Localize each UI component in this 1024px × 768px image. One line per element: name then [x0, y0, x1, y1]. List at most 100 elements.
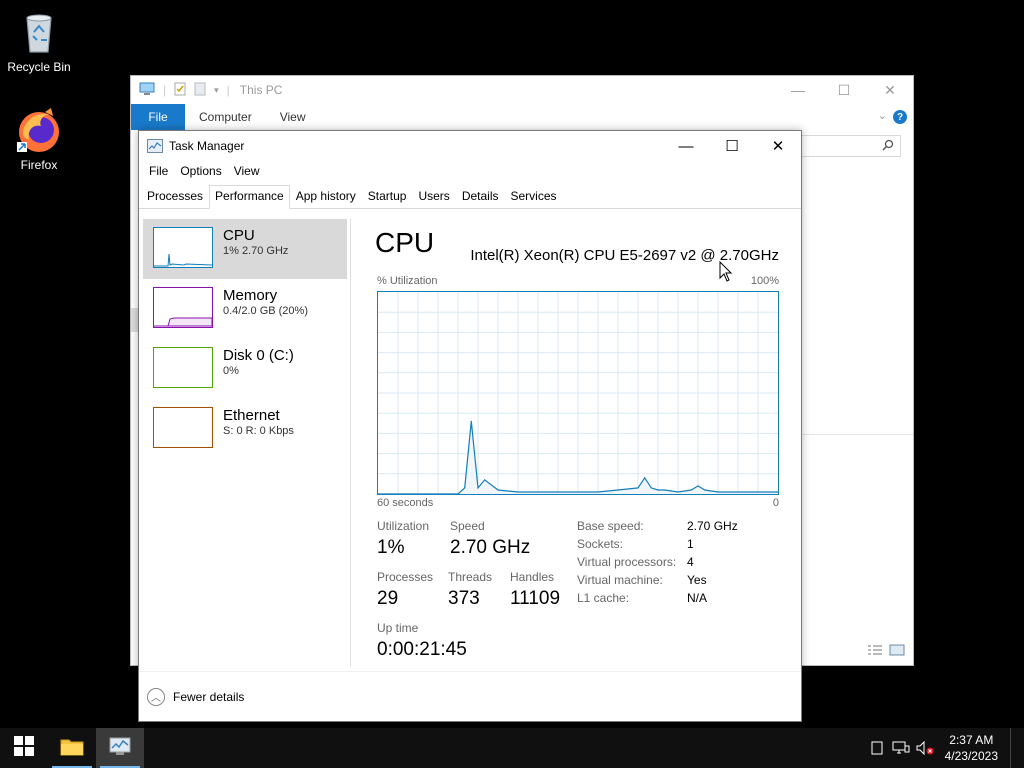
new-folder-icon[interactable]	[194, 82, 206, 99]
cpu-data-point	[477, 487, 479, 489]
clock-time: 2:37 AM	[949, 733, 994, 747]
explorer-titlebar[interactable]: | ▾ | This PC — ☐ ✕	[131, 76, 913, 104]
resource-name: CPU	[223, 227, 255, 244]
system-tray: 2:37 AM 4/23/2023	[865, 728, 1024, 768]
cpu-data-point	[704, 489, 706, 491]
ribbon-tab-computer[interactable]: Computer	[185, 104, 266, 130]
tab-details[interactable]: Details	[456, 185, 505, 208]
cpu-data-point	[557, 491, 559, 493]
resource-summary: 1% 2.70 GHz	[223, 245, 289, 257]
tab-strip: Processes Performance App history Startu…	[139, 185, 801, 209]
utilization-label: Utilization	[377, 519, 430, 533]
threads-value: 373	[448, 588, 480, 609]
close-button[interactable]: ✕	[755, 131, 801, 161]
details-view-icon[interactable]	[867, 644, 883, 659]
search-box[interactable]	[801, 135, 901, 157]
maximize-button[interactable]: ☐	[821, 76, 867, 104]
cpu-data-point	[470, 420, 472, 422]
cpu-data-point	[697, 485, 699, 487]
search-icon	[882, 139, 894, 154]
cpu-data-point	[637, 487, 639, 489]
spec-value: 1	[687, 537, 694, 551]
resource-name: Ethernet	[223, 407, 280, 424]
separator: |	[226, 83, 230, 97]
resource-disk[interactable]: Disk 0 (C:) 0%	[143, 339, 347, 399]
divider	[803, 434, 913, 435]
cpu-data-point	[717, 491, 719, 493]
tab-services[interactable]: Services	[505, 185, 563, 208]
taskbar-task-manager[interactable]	[96, 728, 144, 768]
cpu-data-point	[650, 487, 652, 489]
resource-ethernet[interactable]: Ethernet S: 0 R: 0 Kbps	[143, 399, 347, 459]
resource-list: CPU 1% 2.70 GHz Memory 0.4/2.0 GB (20%)	[143, 219, 347, 459]
maximize-button[interactable]: ☐	[709, 131, 755, 161]
spec-value: 4	[687, 555, 694, 569]
graph-x-label: 60 seconds	[377, 497, 434, 509]
taskbar-file-explorer[interactable]	[48, 728, 96, 768]
memory-thumbnail-graph	[153, 287, 213, 328]
detail-heading: CPU	[375, 227, 435, 258]
ethernet-thumbnail-graph	[153, 407, 213, 448]
close-button[interactable]: ✕	[867, 76, 913, 104]
resource-summary: S: 0 R: 0 Kbps	[223, 425, 294, 437]
ribbon-tab-view[interactable]: View	[266, 104, 320, 130]
clock-date: 4/23/2023	[944, 749, 998, 763]
desktop-icon-firefox[interactable]: Firefox	[1, 106, 77, 172]
large-icons-view-icon[interactable]	[889, 644, 905, 659]
customize-quick-access-icon[interactable]: ▾	[214, 85, 219, 96]
expand-ribbon-icon[interactable]: ⌄	[878, 109, 887, 122]
cpu-graph-svg	[377, 292, 779, 495]
show-desktop-button[interactable]	[1010, 728, 1024, 768]
desktop: Recycle Bin Firefox | ▾ | This PC — ☐ ✕ …	[0, 0, 1024, 728]
window-title: Task Manager	[169, 139, 245, 153]
spec-value: 2.70 GHz	[687, 519, 738, 533]
taskbar: 2:37 AM 4/23/2023	[0, 728, 1024, 768]
speed-label: Speed	[450, 519, 485, 533]
resource-name: Memory	[223, 287, 278, 304]
panel-divider	[350, 219, 351, 667]
mouse-cursor-icon	[719, 260, 733, 288]
network-icon[interactable]	[889, 728, 913, 768]
cpu-data-point	[484, 479, 486, 481]
desktop-icon-recycle-bin[interactable]: Recycle Bin	[1, 8, 77, 74]
task-manager-window[interactable]: Task Manager — ☐ ✕ File Options View Pro…	[138, 130, 802, 722]
properties-icon[interactable]	[174, 82, 186, 99]
tab-performance[interactable]: Performance	[209, 185, 290, 209]
resource-cpu[interactable]: CPU 1% 2.70 GHz	[143, 219, 347, 279]
action-center-small-icon[interactable]	[865, 728, 889, 768]
tab-processes[interactable]: Processes	[141, 185, 209, 208]
task-manager-icon	[147, 139, 163, 153]
spec-key: Virtual processors:	[577, 555, 677, 569]
task-manager-titlebar[interactable]: Task Manager — ☐ ✕	[139, 131, 801, 161]
cpu-data-point	[657, 489, 659, 491]
cpu-data-point	[517, 491, 519, 493]
handles-value: 11109	[510, 588, 561, 609]
handles-label: Handles	[510, 570, 555, 584]
menu-view[interactable]: View	[228, 161, 266, 181]
resource-memory[interactable]: Memory 0.4/2.0 GB (20%)	[143, 279, 347, 339]
menu-options[interactable]: Options	[174, 161, 227, 181]
clock[interactable]: 2:37 AM 4/23/2023	[937, 732, 1010, 764]
start-button[interactable]	[0, 728, 48, 768]
graph-y-max: 100%	[750, 275, 779, 287]
cpu-data-point	[497, 489, 499, 491]
disk-thumbnail-graph	[153, 347, 213, 388]
cpu-data-point	[664, 489, 666, 491]
resource-summary: 0%	[223, 365, 239, 377]
menu-file[interactable]: File	[143, 161, 174, 181]
explorer-ribbon: File Computer View ⌄ ?	[131, 104, 913, 130]
help-icon[interactable]: ?	[893, 110, 907, 124]
tab-startup[interactable]: Startup	[362, 185, 413, 208]
fewer-details-button[interactable]: ︿ Fewer details	[139, 671, 801, 721]
tab-users[interactable]: Users	[412, 185, 455, 208]
minimize-button[interactable]: —	[775, 76, 821, 104]
processes-label: Processes	[377, 570, 434, 584]
ribbon-tab-file[interactable]: File	[131, 104, 185, 130]
volume-muted-icon[interactable]	[913, 728, 937, 768]
tab-app-history[interactable]: App history	[290, 185, 362, 208]
cpu-data-point	[690, 489, 692, 491]
minimize-button[interactable]: —	[663, 131, 709, 161]
explorer-title: This PC	[239, 83, 283, 97]
file-explorer-icon	[60, 736, 84, 761]
firefox-icon	[15, 106, 63, 154]
